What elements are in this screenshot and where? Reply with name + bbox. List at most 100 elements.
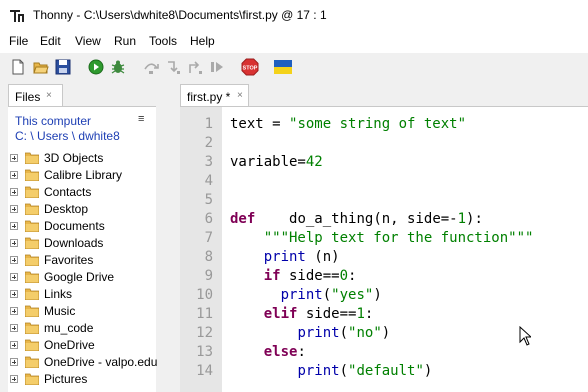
menu-help[interactable]: Help bbox=[190, 34, 215, 48]
code-number: 0 bbox=[339, 268, 349, 284]
file-tree-item[interactable]: Pictures bbox=[8, 371, 156, 388]
code-string: "no" bbox=[348, 325, 382, 341]
menu-file[interactable]: File bbox=[9, 34, 28, 48]
menu-icon[interactable]: ≡ bbox=[138, 113, 144, 125]
menu-edit[interactable]: Edit bbox=[40, 34, 61, 48]
code-editor[interactable]: 1 2 3 4 5 6 7 8 9 10 11 12 13 14 text = … bbox=[180, 106, 588, 392]
step-into-icon[interactable] bbox=[165, 59, 181, 75]
code-line-1: text = "some string of text" bbox=[230, 116, 466, 132]
location-title[interactable]: This computer bbox=[15, 114, 91, 128]
step-out-icon[interactable] bbox=[187, 59, 203, 75]
thonny-logo-icon bbox=[10, 10, 24, 22]
breadcrumb-separator: \ bbox=[30, 129, 34, 143]
code-token: ( bbox=[339, 363, 349, 379]
stop-label: STOP bbox=[243, 66, 258, 72]
file-tree-item[interactable]: Calibre Library bbox=[8, 167, 156, 184]
folder-icon bbox=[25, 356, 39, 368]
breadcrumb: C: \ Users \ dwhite8 bbox=[15, 129, 120, 143]
expand-icon[interactable] bbox=[10, 375, 18, 383]
expand-icon[interactable] bbox=[10, 324, 18, 332]
code-token: text = bbox=[230, 116, 290, 132]
file-tree-item[interactable]: Documents bbox=[8, 218, 156, 235]
expand-icon[interactable] bbox=[10, 154, 18, 162]
expand-icon[interactable] bbox=[10, 239, 18, 247]
menu-tools[interactable]: Tools bbox=[149, 34, 177, 48]
folder-icon bbox=[25, 220, 39, 232]
code-token: ( bbox=[322, 287, 332, 303]
file-tree-item[interactable]: mu_code bbox=[8, 320, 156, 337]
file-tree-item[interactable]: Desktop bbox=[8, 201, 156, 218]
expand-icon[interactable] bbox=[10, 222, 18, 230]
code-token: ) bbox=[381, 325, 391, 341]
file-tree-item-label: Music bbox=[44, 304, 76, 318]
expand-icon[interactable] bbox=[10, 273, 18, 281]
breadcrumb-user[interactable]: dwhite8 bbox=[78, 129, 119, 143]
code-builtin: print bbox=[280, 287, 323, 303]
breadcrumb-users[interactable]: Users bbox=[37, 129, 68, 143]
file-tree-item[interactable]: 3D Objects bbox=[8, 150, 156, 167]
open-folder-icon[interactable] bbox=[33, 59, 49, 75]
file-tree-item[interactable]: Links bbox=[8, 286, 156, 303]
expand-icon[interactable] bbox=[10, 290, 18, 298]
expand-icon[interactable] bbox=[10, 188, 18, 196]
close-icon[interactable]: × bbox=[46, 90, 52, 101]
run-icon[interactable] bbox=[88, 59, 104, 75]
code-token: ) bbox=[373, 287, 382, 303]
file-tree-item-label: Downloads bbox=[44, 236, 104, 250]
line-number: 6 bbox=[204, 211, 213, 227]
file-tree-item-label: OneDrive - valpo.edu bbox=[44, 355, 158, 369]
file-tree-item[interactable]: Contacts bbox=[8, 184, 156, 201]
tab-files-label: Files bbox=[15, 90, 41, 104]
save-icon[interactable] bbox=[55, 59, 71, 75]
code-line-7: """Help text for the function""" bbox=[230, 230, 534, 246]
resume-icon[interactable] bbox=[209, 59, 225, 75]
ukraine-flag-icon[interactable] bbox=[274, 60, 292, 74]
new-file-icon[interactable] bbox=[10, 59, 26, 75]
menu-view[interactable]: View bbox=[75, 34, 101, 48]
expand-icon[interactable] bbox=[10, 256, 18, 264]
file-tree-item[interactable]: Music bbox=[8, 303, 156, 320]
file-tree-item-label: Links bbox=[44, 287, 73, 301]
breadcrumb-drive[interactable]: C: bbox=[15, 129, 27, 143]
folder-icon bbox=[25, 271, 39, 283]
expand-icon[interactable] bbox=[10, 171, 18, 179]
code-line-10: print("yes") bbox=[230, 287, 382, 303]
expand-icon[interactable] bbox=[10, 205, 18, 213]
file-tree-item[interactable]: Favorites bbox=[8, 252, 156, 269]
expand-icon[interactable] bbox=[10, 341, 18, 349]
line-number: 3 bbox=[204, 154, 213, 170]
code-line-9: if side==0: bbox=[230, 268, 357, 284]
expand-icon[interactable] bbox=[10, 307, 18, 315]
file-tree-item-label: Desktop bbox=[44, 202, 89, 216]
code-line-13: else: bbox=[230, 344, 306, 360]
debug-icon[interactable] bbox=[110, 59, 126, 75]
code-string: "some string of text" bbox=[289, 116, 467, 132]
line-number: 14 bbox=[196, 363, 213, 379]
expand-icon[interactable] bbox=[10, 358, 18, 366]
close-icon[interactable]: × bbox=[237, 90, 243, 101]
code-token: : bbox=[297, 344, 306, 360]
mouse-cursor-icon bbox=[519, 326, 531, 346]
file-tree-item[interactable]: OneDrive - valpo.edu bbox=[8, 354, 158, 371]
code-docstring: """Help text for the function""" bbox=[263, 230, 534, 246]
code-number: 1 bbox=[457, 211, 467, 227]
file-tree-item[interactable]: Google Drive bbox=[8, 269, 156, 286]
file-tree-item[interactable]: Downloads bbox=[8, 235, 156, 252]
line-number: 1 bbox=[204, 116, 213, 132]
code-line-14: print("default") bbox=[230, 363, 432, 379]
folder-icon bbox=[25, 237, 39, 249]
stop-icon[interactable]: STOP bbox=[241, 58, 259, 76]
code-token: : bbox=[364, 306, 374, 322]
step-over-icon[interactable] bbox=[143, 59, 159, 75]
file-tree-item-label: Calibre Library bbox=[44, 168, 123, 182]
line-number: 5 bbox=[204, 192, 213, 208]
tab-files[interactable]: Files × bbox=[8, 84, 63, 108]
tab-first-py[interactable]: first.py * × bbox=[180, 84, 249, 108]
code-keyword: def bbox=[230, 211, 256, 227]
menu-run[interactable]: Run bbox=[114, 34, 136, 48]
file-tree-item[interactable]: OneDrive bbox=[8, 337, 156, 354]
